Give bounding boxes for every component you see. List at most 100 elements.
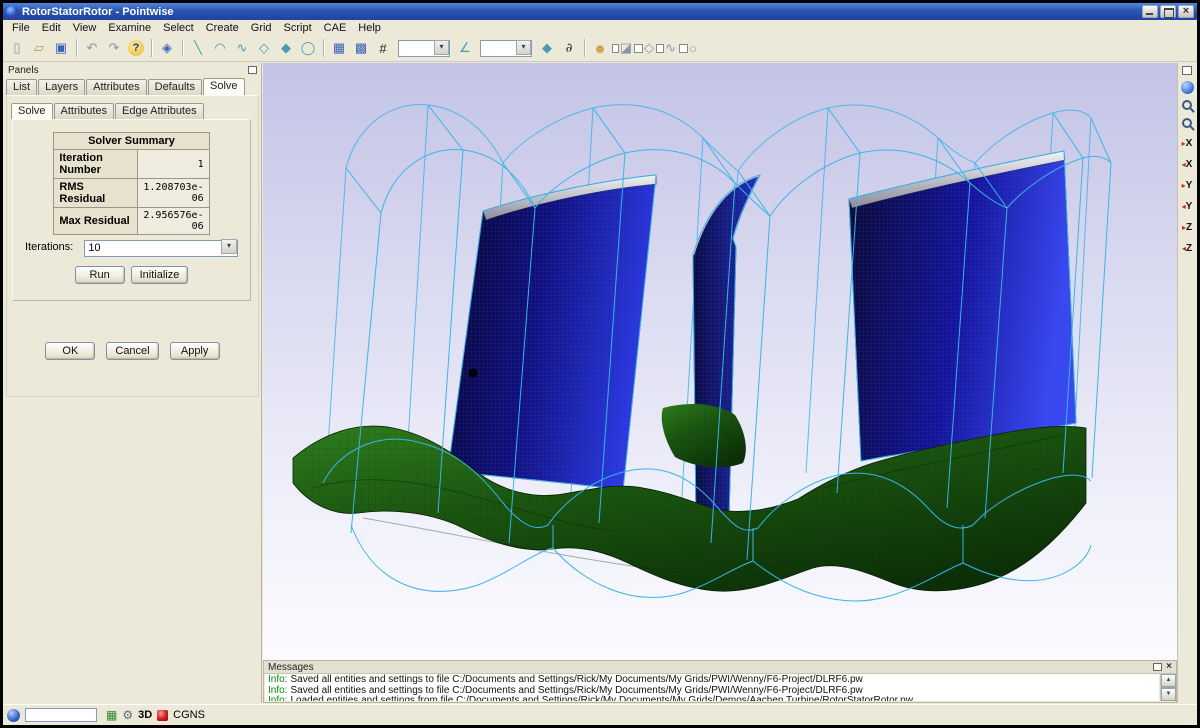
panels-title: Panels: [8, 65, 39, 76]
menu-view[interactable]: View: [67, 22, 103, 34]
save-icon[interactable]: ▣: [51, 38, 71, 58]
iterations-input[interactable]: [84, 240, 238, 257]
subtab-solve[interactable]: Solve: [11, 103, 53, 119]
angle-combo-input[interactable]: [480, 40, 532, 57]
iterations-combo[interactable]: [84, 238, 238, 257]
blade-right[interactable]: [849, 151, 1076, 461]
toolbar-separator: [584, 39, 585, 57]
toolbar: ▯ ▱ ▣ ↶ ↷ ? ◈ ╲ ◠ ∿ ◇ ◆ ◯ ▦ ▩ # ∠ ◆ ∂ ☻ …: [3, 35, 1197, 62]
window-title: RotorStatorRotor - Pointwise: [22, 6, 174, 18]
minimize-button[interactable]: [1142, 5, 1158, 18]
messages-scrollbar[interactable]: ▲ ▼: [1160, 674, 1176, 701]
menu-examine[interactable]: Examine: [102, 22, 157, 34]
initialize-button[interactable]: Initialize: [131, 266, 189, 284]
view-toolbar: ▸X ◂X ▸Y ◂Y ▸Z ◂Z: [1177, 63, 1196, 703]
tab-list[interactable]: List: [6, 79, 37, 95]
toolbar-separator: [151, 39, 152, 57]
menu-cae[interactable]: CAE: [318, 22, 353, 34]
toggle-connectors-icon[interactable]: ∿: [656, 38, 676, 58]
spacing-icon[interactable]: ◆: [537, 38, 557, 58]
selected-point-marker[interactable]: [469, 369, 478, 378]
menu-grid[interactable]: Grid: [245, 22, 278, 34]
tab-solve[interactable]: Solve: [203, 78, 245, 95]
mask-icon[interactable]: ☻: [590, 38, 610, 58]
probe-tool-icon[interactable]: ◈: [157, 38, 177, 58]
zoom-in-icon[interactable]: [1182, 100, 1192, 110]
3d-scene[interactable]: [263, 63, 1181, 660]
rotate-view-icon[interactable]: [1181, 81, 1194, 94]
blade-middle[interactable]: [693, 175, 760, 524]
close-button[interactable]: [1178, 5, 1194, 18]
arc-tool-icon[interactable]: ◠: [210, 38, 230, 58]
messages-close-icon[interactable]: ×: [1166, 663, 1172, 671]
maximize-button[interactable]: [1160, 5, 1176, 18]
open-file-icon[interactable]: ▱: [29, 38, 49, 58]
dimension-label[interactable]: 3D: [138, 709, 152, 721]
messages-title: Messages: [268, 662, 314, 673]
tab-layers[interactable]: Layers: [38, 79, 85, 95]
view-plus-x-button[interactable]: ▸X: [1179, 136, 1196, 151]
panel-float-icon[interactable]: [248, 66, 257, 74]
dimension-combo-input[interactable]: [398, 40, 450, 57]
redo-icon[interactable]: ↷: [104, 38, 124, 58]
ok-button[interactable]: OK: [45, 342, 95, 360]
menu-file[interactable]: File: [6, 22, 36, 34]
panels-panel: Panels List Layers Attributes Defaults S…: [4, 63, 262, 703]
iteration-number-value: 1: [138, 150, 209, 179]
new-file-icon[interactable]: ▯: [7, 38, 27, 58]
line-tool-icon[interactable]: ╲: [188, 38, 208, 58]
menu-select[interactable]: Select: [157, 22, 200, 34]
max-residual-label: Max Residual: [54, 208, 138, 235]
dock-page-icon[interactable]: [1182, 66, 1192, 75]
solve-subpage: Solver Summary Iteration Number 1 RMS Re…: [12, 119, 251, 301]
menu-help[interactable]: Help: [352, 22, 387, 34]
gear-icon[interactable]: ⚙: [122, 708, 133, 722]
rms-residual-label: RMS Residual: [54, 179, 138, 208]
3d-viewport[interactable]: [263, 63, 1181, 660]
messages-float-icon[interactable]: [1153, 663, 1162, 671]
titlebar[interactable]: RotorStatorRotor - Pointwise: [3, 3, 1197, 20]
circle-tool-icon[interactable]: ◯: [298, 38, 318, 58]
solve-subtabs: Solve Attributes Edge Attributes: [7, 96, 258, 119]
iteration-number-label: Iteration Number: [54, 150, 138, 179]
scroll-up-icon[interactable]: ▲: [1161, 674, 1176, 687]
apply-button[interactable]: Apply: [170, 342, 220, 360]
run-button[interactable]: Run: [75, 266, 125, 284]
angle-icon[interactable]: ∠: [455, 38, 475, 58]
dimension-combo[interactable]: [398, 39, 450, 58]
menu-script[interactable]: Script: [278, 22, 318, 34]
view-plus-z-button[interactable]: ▸Z: [1179, 220, 1196, 235]
menu-create[interactable]: Create: [200, 22, 245, 34]
structured-grid-icon[interactable]: ▦: [329, 38, 349, 58]
subtab-edge-attributes[interactable]: Edge Attributes: [115, 103, 204, 119]
scroll-down-icon[interactable]: ▼: [1161, 688, 1176, 701]
curve-tool-icon[interactable]: ∿: [232, 38, 252, 58]
subtab-attributes[interactable]: Attributes: [54, 103, 114, 119]
unstructured-grid-icon[interactable]: ▩: [351, 38, 371, 58]
tab-attributes[interactable]: Attributes: [86, 79, 146, 95]
grid-status-icon[interactable]: ▦: [106, 708, 117, 722]
toggle-domains-icon[interactable]: ◇: [634, 38, 654, 58]
view-minus-z-button[interactable]: ◂Z: [1179, 241, 1196, 256]
zoom-out-icon[interactable]: [1182, 118, 1192, 128]
view-minus-x-button[interactable]: ◂X: [1179, 157, 1196, 172]
surface-tool-icon[interactable]: ◆: [276, 38, 296, 58]
help-icon[interactable]: ?: [128, 40, 144, 56]
angle-combo[interactable]: [480, 39, 532, 58]
toolbar-separator: [182, 39, 183, 57]
toggle-points-icon[interactable]: ○: [678, 38, 698, 58]
partial-derivative-icon[interactable]: ∂: [559, 38, 579, 58]
status-input[interactable]: [25, 708, 97, 722]
menubar: File Edit View Examine Select Create Gri…: [3, 20, 1197, 35]
diamond-tool-icon[interactable]: ◇: [254, 38, 274, 58]
menu-edit[interactable]: Edit: [36, 22, 67, 34]
toolbar-separator: [76, 39, 77, 57]
cancel-button[interactable]: Cancel: [106, 342, 158, 360]
toggle-surfaces-icon[interactable]: ◪: [612, 38, 632, 58]
blade-left[interactable]: [448, 175, 657, 490]
undo-icon[interactable]: ↶: [82, 38, 102, 58]
view-plus-y-button[interactable]: ▸Y: [1179, 178, 1196, 193]
dimension-icon[interactable]: #: [373, 38, 393, 58]
view-minus-y-button[interactable]: ◂Y: [1179, 199, 1196, 214]
tab-defaults[interactable]: Defaults: [148, 79, 202, 95]
